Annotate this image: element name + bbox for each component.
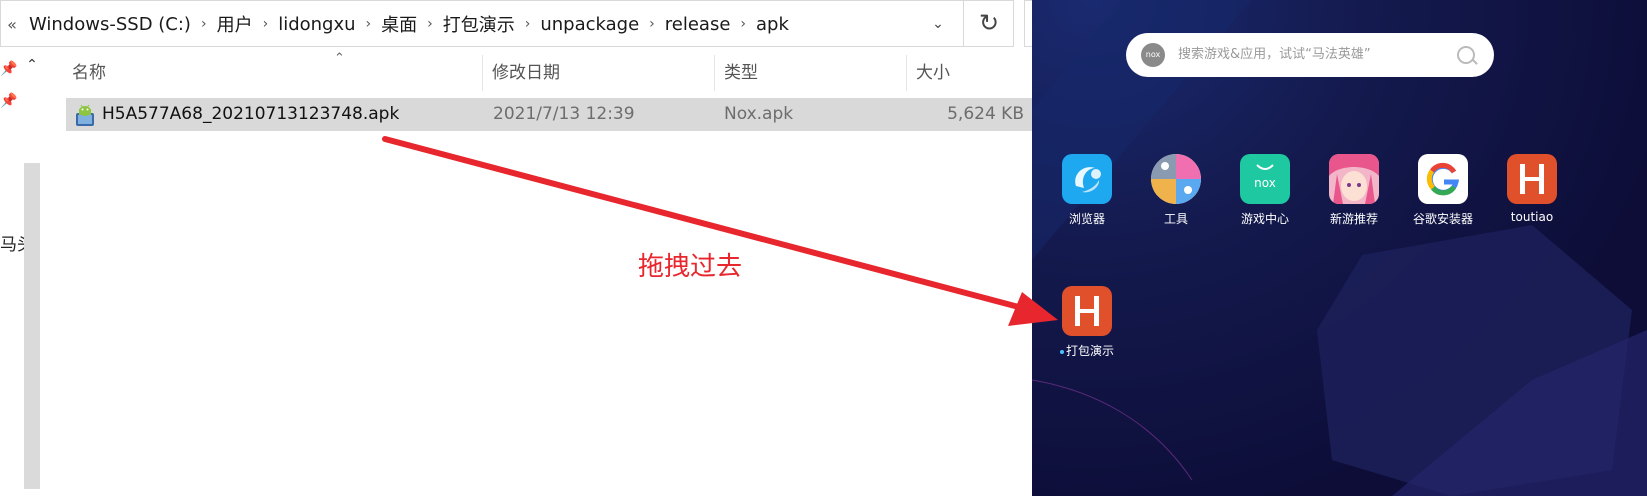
chevron-down-icon[interactable]: ⌄ [925, 11, 951, 37]
column-header-size[interactable]: 大小 [916, 55, 950, 91]
scrollbar-thumb[interactable] [24, 163, 40, 489]
navigation-pane: 📌 📌 ⌃ 马头 [0, 47, 44, 496]
app-toutiao[interactable]: toutiao [1496, 154, 1568, 224]
app-label: 打包演示 [1051, 342, 1123, 359]
app-label: 游戏中心 [1240, 212, 1289, 226]
column-divider[interactable] [906, 55, 907, 91]
file-row[interactable]: H5A577A68_20210713123748.apk 2021/7/13 1… [66, 98, 1084, 131]
h-app-icon [1062, 286, 1112, 336]
apk-file-icon [76, 104, 94, 126]
file-explorer-window: « Windows-SSD (C:) › 用户 › lidongxu › 桌面 … [0, 0, 1084, 496]
scroll-up-icon[interactable]: ⌃ [22, 57, 42, 77]
app-label: 工具 [1163, 212, 1188, 226]
chevron-right-icon[interactable]: › [736, 16, 750, 32]
file-name: H5A577A68_20210713123748.apk [102, 104, 400, 124]
file-type: Nox.apk [724, 104, 794, 124]
app-game-center[interactable]: nox 游戏中心 [1229, 154, 1301, 227]
app-label: toutiao [1510, 210, 1554, 224]
app-installed-demo[interactable]: 打包演示 [1051, 286, 1123, 359]
tools-icon [1151, 154, 1201, 204]
game-center-icon: nox [1240, 154, 1290, 204]
breadcrumb-item-apk[interactable]: apk [750, 14, 795, 35]
drag-annotation-label: 拖拽过去 [638, 252, 743, 282]
new-games-icon [1329, 154, 1379, 204]
breadcrumb: « Windows-SSD (C:) › 用户 › lidongxu › 桌面 … [1, 1, 795, 47]
refresh-icon[interactable]: ↻ [963, 1, 1014, 46]
chevron-right-icon[interactable]: › [259, 16, 273, 32]
breadcrumb-item-drive[interactable]: Windows-SSD (C:) [23, 14, 197, 35]
toutiao-icon [1507, 154, 1557, 204]
svg-text:nox: nox [1254, 176, 1276, 190]
column-header-date[interactable]: 修改日期 [492, 55, 560, 91]
pin-icon[interactable]: 📌 [0, 93, 17, 109]
breadcrumb-item-project[interactable]: 打包演示 [437, 11, 521, 37]
emulator-search-bar[interactable]: nox 搜索游戏&应用，试试“马法英雄” [1126, 33, 1494, 77]
app-new-games[interactable]: 新游推荐 [1318, 154, 1390, 227]
breadcrumb-item-user[interactable]: lidongxu [272, 14, 361, 35]
breadcrumb-item-users[interactable]: 用户 [211, 11, 259, 37]
app-browser[interactable]: 浏览器 [1051, 154, 1123, 227]
chevron-right-icon[interactable]: › [645, 16, 659, 32]
column-divider[interactable] [482, 55, 483, 91]
google-installer-icon [1418, 154, 1468, 204]
app-google-installer[interactable]: 谷歌安装器 [1407, 154, 1479, 227]
breadcrumb-item-unpackage[interactable]: unpackage [534, 14, 645, 35]
app-label: 新游推荐 [1329, 212, 1378, 226]
sort-ascending-icon: ⌃ [334, 51, 345, 66]
app-label: 浏览器 [1068, 212, 1105, 226]
chevron-right-icon[interactable]: › [362, 16, 376, 32]
nox-logo-icon: nox [1141, 43, 1165, 67]
pin-icon[interactable]: 📌 [0, 61, 17, 77]
search-icon[interactable] [1457, 46, 1475, 64]
emulator-search-placeholder: 搜索游戏&应用，试试“马法英雄” [1178, 47, 1371, 62]
column-header-type[interactable]: 类型 [724, 55, 758, 91]
column-header-name[interactable]: 名称 [72, 55, 106, 91]
breadcrumb-item-release[interactable]: release [659, 14, 737, 35]
breadcrumb-overflow-icon[interactable]: « [1, 15, 23, 34]
browser-icon [1062, 154, 1112, 204]
app-tools[interactable]: 工具 [1140, 154, 1212, 227]
new-app-dot-icon [1059, 349, 1064, 354]
file-date: 2021/7/13 12:39 [493, 104, 635, 124]
chevron-right-icon[interactable]: › [423, 16, 437, 32]
column-headers: ⌃ 名称 修改日期 类型 大小 [66, 51, 1084, 91]
address-bar[interactable]: « Windows-SSD (C:) › 用户 › lidongxu › 桌面 … [0, 0, 1014, 47]
app-label: 谷歌安装器 [1412, 212, 1473, 226]
breadcrumb-item-desktop[interactable]: 桌面 [375, 11, 423, 37]
android-emulator-screen: nox 搜索游戏&应用，试试“马法英雄” 浏览器 工具 nox 游戏中心 新游推… [1032, 0, 1647, 496]
chevron-right-icon[interactable]: › [197, 16, 211, 32]
column-divider[interactable] [714, 55, 715, 91]
chevron-right-icon[interactable]: › [521, 16, 535, 32]
file-size: 5,624 KB [947, 104, 1024, 124]
